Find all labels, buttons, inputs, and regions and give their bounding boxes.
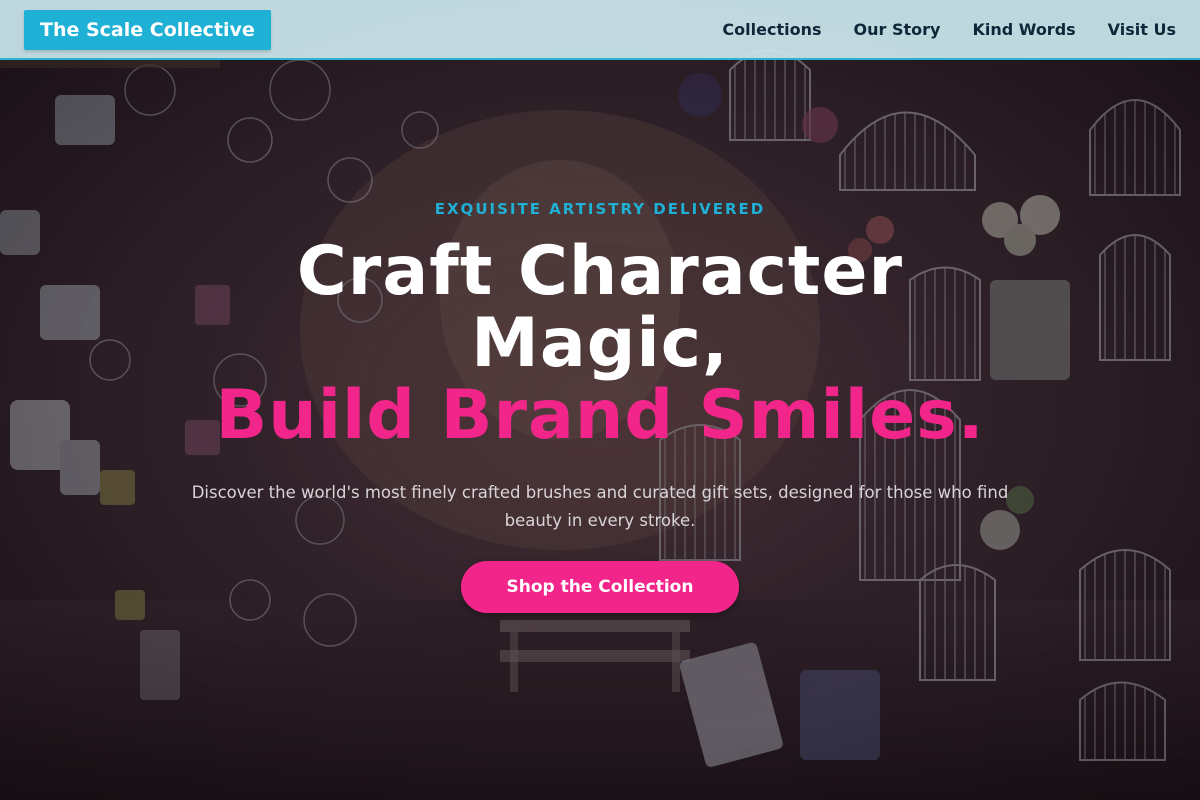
nav-link-kind-words[interactable]: Kind Words xyxy=(972,20,1075,39)
hero-section: EXQUISITE ARTISTRY DELIVERED Craft Chara… xyxy=(0,60,1200,800)
hero-headline: Craft Character Magic, Build Brand Smile… xyxy=(0,236,1200,452)
nav-link-visit-us[interactable]: Visit Us xyxy=(1108,20,1176,39)
site-logo[interactable]: The Scale Collective xyxy=(24,10,271,50)
nav-link-collections[interactable]: Collections xyxy=(722,20,821,39)
nav-link-our-story[interactable]: Our Story xyxy=(854,20,941,39)
page: The Scale Collective Collections Our Sto… xyxy=(0,0,1200,800)
headline-line-2: Magic, xyxy=(471,304,729,383)
shop-collection-button[interactable]: Shop the Collection xyxy=(461,561,739,613)
main-nav: Collections Our Story Kind Words Visit U… xyxy=(722,0,1176,58)
headline-accent: Build Brand Smiles. xyxy=(215,376,985,455)
hero-subtitle: Discover the world's most finely crafted… xyxy=(191,483,1009,530)
site-header: The Scale Collective Collections Our Sto… xyxy=(0,0,1200,60)
hero-eyebrow: EXQUISITE ARTISTRY DELIVERED xyxy=(434,200,766,218)
headline-line-1: Craft Character xyxy=(296,232,904,311)
